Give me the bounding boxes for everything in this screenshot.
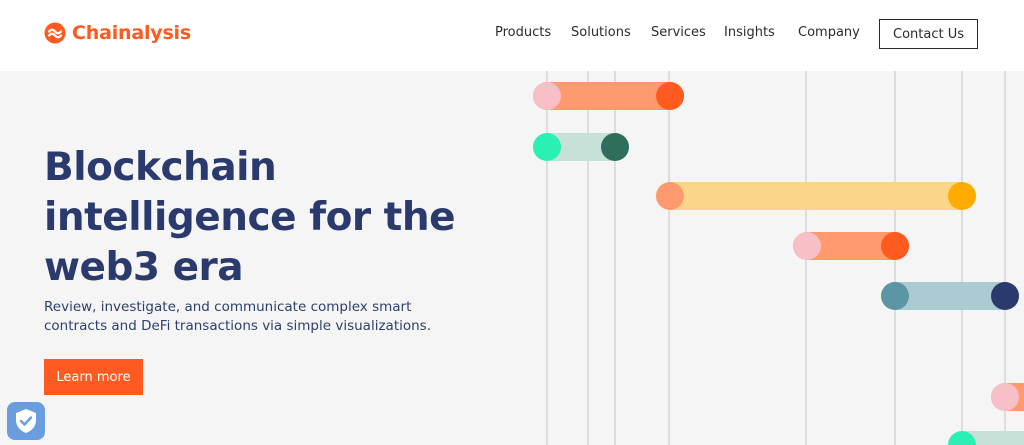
end-dot bbox=[601, 133, 629, 161]
nav-item-company[interactable]: Company bbox=[798, 25, 860, 40]
start-dot bbox=[533, 82, 561, 110]
hero-title-line-3: web3 era bbox=[44, 245, 244, 290]
end-dot bbox=[991, 282, 1019, 310]
nav-item-services[interactable]: Services bbox=[651, 25, 706, 40]
timeline-bar-orange bbox=[533, 82, 684, 110]
contact-us-button[interactable]: Contact Us bbox=[879, 19, 978, 49]
gridlines bbox=[546, 71, 1006, 445]
end-dot bbox=[948, 182, 976, 210]
hero-title-line-1: Blockchain bbox=[44, 145, 277, 190]
brand-logo[interactable]: Chainalysis bbox=[44, 22, 191, 44]
privacy-badge-button[interactable] bbox=[7, 402, 45, 440]
nav-item-solutions[interactable]: Solutions bbox=[571, 25, 631, 40]
timeline-bar-mint-2 bbox=[948, 431, 1024, 445]
learn-more-button[interactable]: Learn more bbox=[44, 359, 143, 395]
shield-check-icon bbox=[16, 409, 36, 433]
start-dot bbox=[656, 182, 684, 210]
timeline-bar-orange-3 bbox=[991, 383, 1024, 411]
timeline-bar-blue bbox=[881, 282, 1019, 310]
start-dot bbox=[881, 282, 909, 310]
start-dot bbox=[533, 133, 561, 161]
end-dot bbox=[656, 82, 684, 110]
chainalysis-logo-icon bbox=[44, 22, 66, 44]
timeline-bar-orange-2 bbox=[793, 232, 909, 260]
hero-subtitle: Review, investigate, and communicate com… bbox=[44, 299, 431, 334]
end-dot bbox=[881, 232, 909, 260]
timeline-graphic bbox=[533, 71, 1024, 445]
top-nav: Chainalysis Products Solutions Services … bbox=[0, 0, 1024, 71]
timeline-bar-mint bbox=[533, 133, 629, 161]
nav-item-insights[interactable]: Insights bbox=[724, 25, 775, 40]
brand-name: Chainalysis bbox=[72, 22, 191, 44]
start-dot bbox=[991, 383, 1019, 411]
hero-title: Blockchain intelligence for the web3 era bbox=[44, 143, 474, 293]
hero-visualization bbox=[520, 71, 1024, 445]
timeline-bar-yellow bbox=[656, 182, 976, 210]
hero-title-line-2: intelligence for the bbox=[44, 195, 456, 240]
nav-item-products[interactable]: Products bbox=[495, 25, 551, 40]
start-dot bbox=[793, 232, 821, 260]
